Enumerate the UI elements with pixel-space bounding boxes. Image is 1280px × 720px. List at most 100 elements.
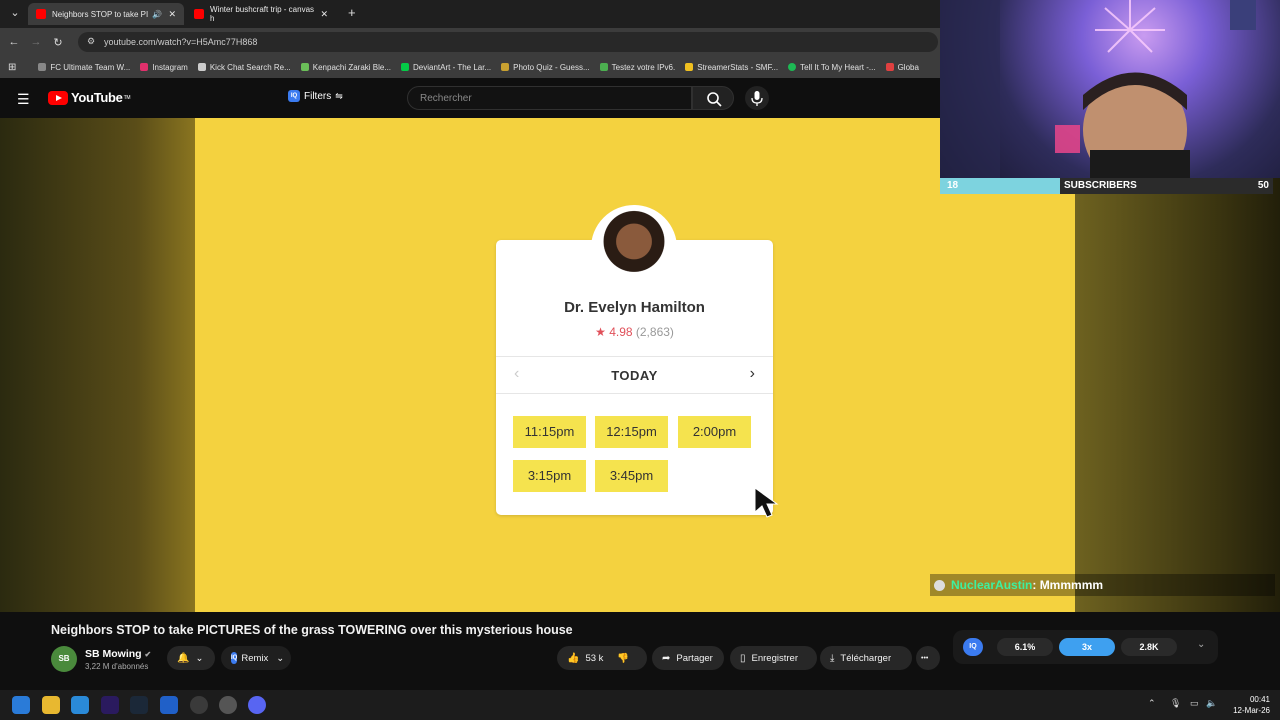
deviantart-icon [401,63,410,71]
discord-icon[interactable] [248,696,266,714]
youtube-favicon-icon [36,9,46,19]
obs-icon[interactable] [219,696,237,714]
rating-value: 4.98 [609,325,633,339]
thumbs-up-icon[interactable]: 👍 [567,653,579,664]
chrome-icon[interactable] [190,696,208,714]
browser-tab-strip: ⌄ Neighbors STOP to take PI 🔊 ✕ Winter b… [0,0,940,28]
windows-start-icon[interactable] [12,696,30,714]
outlook-icon[interactable] [71,696,89,714]
reload-icon[interactable]: ↻ [47,36,69,49]
time-slot: 3:45pm [595,460,668,492]
search-input[interactable]: Rechercher [407,86,692,110]
address-bar[interactable]: ⚙ youtube.com/watch?v=H5Amc77H868 [78,32,938,52]
chevron-right-icon: › [749,365,755,382]
chat-user-badge-icon [934,579,945,591]
chevron-down-icon[interactable]: ⌄ [1197,639,1205,650]
apps-grid-icon[interactable]: ⊞ [8,62,16,73]
video-left-blur [0,118,195,612]
sliders-icon: ⇋ [335,90,343,101]
bookmark-item[interactable]: Kick Chat Search Re... [197,63,291,72]
filters-label: Filters [304,90,332,102]
bookmark-item[interactable]: Globa [885,63,919,72]
filters-button[interactable]: IQ Filters ⇋ [288,90,343,102]
subscriber-goal: 50 [1257,180,1269,191]
video-info-area: Neighbors STOP to take PICTURES of the g… [0,612,1280,690]
new-tab-button[interactable]: + [348,5,356,20]
video-title: Neighbors STOP to take PICTURES of the g… [51,623,573,637]
bookmark-item[interactable]: DeviantArt - The Lar... [401,63,491,72]
save-button[interactable]: ▯ Enregistrer [730,646,817,670]
chat-message-overlay: NuclearAustin : Mmmmmm [930,574,1275,596]
clock-date: 12-Mar-26 [1233,706,1270,715]
time-slot: 3:15pm [513,460,586,492]
bookmark-item[interactable]: Instagram [140,63,188,72]
iq-logo: IQ [963,638,983,656]
chevron-down-icon: ⌄ [195,652,204,664]
checkbox-favicon-icon [599,63,608,71]
download-button[interactable]: ⤓ Télécharger [820,646,912,670]
file-explorer-icon[interactable] [42,696,60,714]
back-icon[interactable]: ← [3,36,25,48]
iq-stat-views: 2.8K [1121,638,1177,656]
doctor-avatar [591,205,677,291]
bookmark-item[interactable]: FC Ultimate Team W... [38,63,130,72]
speaker-icon[interactable]: 🔊 [152,10,162,19]
forward-icon[interactable]: → [25,36,47,48]
share-icon: ➦ [662,652,671,664]
youtube-logo[interactable]: YouTube TM [48,90,130,105]
browser-navbar: ← → ↻ ⚙ youtube.com/watch?v=H5Amc77H868 [0,28,940,56]
like-count[interactable]: 53 k [585,653,603,664]
bookmark-favicon-icon [501,63,510,71]
network-icon[interactable]: ▭ [1190,698,1199,709]
channel-avatar[interactable]: SB [51,646,77,672]
voice-search-button[interactable] [745,86,769,110]
search-icon [707,92,722,107]
close-tab-icon[interactable]: ✕ [168,9,176,20]
channel-name[interactable]: SB Mowing ✔ [85,648,151,660]
tab-neighbors[interactable]: Neighbors STOP to take PI 🔊 ✕ [28,3,184,25]
day-label: TODAY [611,368,658,383]
tab-winter-bushcraft[interactable]: Winter bushcraft trip - canvas h ✕ [186,3,336,25]
menu-icon[interactable]: ☰ [17,91,30,108]
bookmark-item[interactable]: StreamerStats - SMF... [685,63,778,72]
premiere-icon[interactable] [101,696,119,714]
bookmark-favicon-icon [300,63,309,71]
download-icon: ⤓ [830,652,835,664]
bookmark-favicon-icon [885,63,894,71]
subscriber-label: SUBSCRIBERS [1064,180,1137,191]
steam-icon[interactable] [130,696,148,714]
share-button[interactable]: ➦ Partager [652,646,724,670]
bookmark-item[interactable]: Testez votre IPv6. [599,63,675,72]
time-slot: 12:15pm [595,416,668,448]
bookmark-item[interactable]: Photo Quiz - Guess... [501,63,590,72]
tab-label: Winter bushcraft trip - canvas h [209,5,315,23]
thumbs-down-icon[interactable]: 👎 [617,653,629,664]
microphone-tray-icon[interactable]: 🎙 [1170,698,1181,709]
close-tab-icon[interactable]: ✕ [320,9,328,20]
system-clock[interactable]: 00:41 12-Mar-26 [1233,694,1270,716]
youtube-play-icon [48,90,68,105]
remix-button[interactable]: IQ Remix ⌄ [221,646,291,670]
notification-bell-button[interactable]: 🔔 ⌄ [167,646,215,670]
bookmark-item[interactable]: Tell It To My Heart -... [788,63,876,72]
volume-icon[interactable]: 🔈 [1206,698,1217,709]
bookmark-favicon-icon [38,63,47,71]
tab-list-chevron-icon[interactable]: ⌄ [4,6,26,19]
chat-username: NuclearAustin [951,578,1033,592]
microphone-icon [751,91,763,106]
verified-icon: ✔ [144,650,152,659]
youtube-header: ☰ YouTube TM IQ Filters ⇋ Rechercher [0,78,940,118]
chevron-up-icon[interactable]: ⌃ [1148,698,1156,709]
bar-chart-favicon-icon [685,63,694,71]
iq-stat-outlier: 6.1% [997,638,1053,656]
like-dislike-group: 👍 53 k 👎 [557,646,647,670]
app-icon[interactable] [160,696,178,714]
search-button[interactable] [692,86,734,110]
time-slot: 2:00pm [678,416,751,448]
iq-stats-panel: IQ 6.1% 3x 2.8K ⌄ [953,630,1218,664]
windows-taskbar: ⌃ 🎙 ▭ 🔈 00:41 12-Mar-26 [0,690,1280,720]
more-actions-button[interactable]: ••• [916,646,940,670]
bookmark-item[interactable]: Kenpachi Zaraki Ble... [300,63,391,72]
site-info-icon[interactable]: ⚙ [87,36,95,47]
chat-text: : Mmmmmm [1032,578,1104,592]
